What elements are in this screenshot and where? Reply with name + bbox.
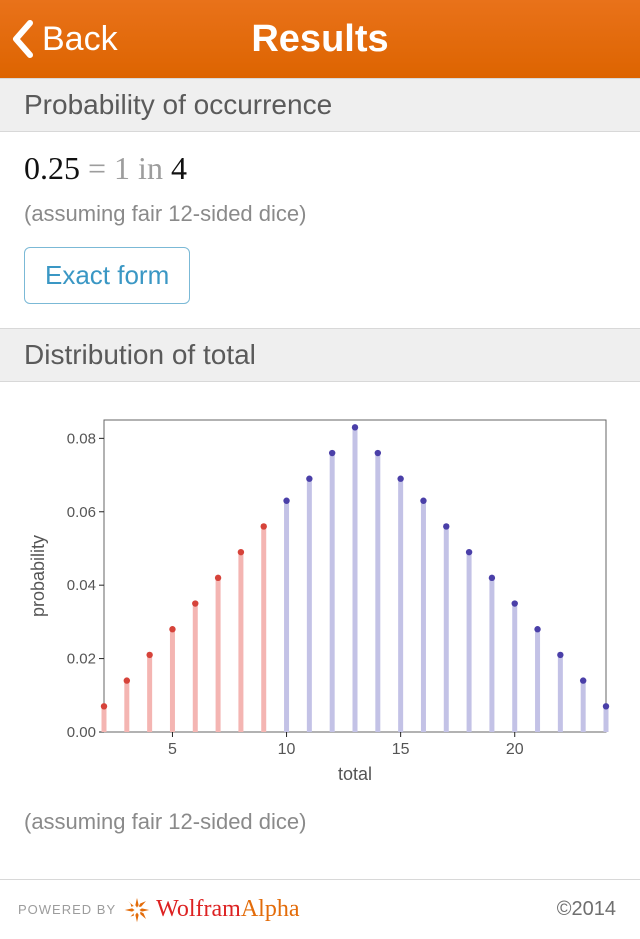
section-header-distribution: Distribution of total	[0, 328, 640, 382]
wolfram-burst-icon	[124, 897, 150, 923]
footer: POWERED BY WolframAlpha ©2014	[0, 880, 640, 939]
powered-by: POWERED BY WolframAlpha	[18, 896, 299, 923]
prob-decimal: 0.25	[24, 150, 80, 186]
back-button[interactable]: Back	[10, 0, 118, 78]
in-literal: in	[130, 150, 171, 186]
one-literal: 1	[114, 150, 130, 186]
back-label: Back	[42, 20, 118, 59]
section-header-probability: Probability of occurrence	[0, 78, 640, 132]
assumption-note-1: (assuming fair 12-sided dice)	[24, 201, 616, 227]
copyright: ©2014	[557, 898, 616, 921]
section-body-probability: 0.25 = 1 in 4 (assuming fair 12-sided di…	[0, 132, 640, 328]
svg-text:0.00: 0.00	[67, 724, 96, 741]
prob-int: 4	[171, 150, 187, 186]
powered-by-label: POWERED BY	[18, 902, 116, 917]
svg-text:0.06: 0.06	[67, 504, 96, 521]
svg-text:20: 20	[506, 741, 524, 758]
app-header: Back Results	[0, 0, 640, 78]
svg-text:total: total	[338, 764, 372, 784]
distribution-chart: 0.00 0.02 0.04 0.06 0.08 5 10 15 20 total probabil…	[24, 400, 616, 795]
section-body-distribution: 0.00 0.02 0.04 0.06 0.08 5 10 15 20 total probabil…	[0, 382, 640, 859]
brand-text: WolframAlpha	[156, 896, 299, 923]
probability-value: 0.25 = 1 in 4	[24, 150, 616, 187]
assumption-note-2: (assuming fair 12-sided dice)	[24, 809, 616, 835]
svg-text:15: 15	[392, 741, 410, 758]
svg-text:0.02: 0.02	[67, 651, 96, 668]
svg-text:0.04: 0.04	[67, 577, 96, 594]
exact-form-button[interactable]: Exact form	[24, 247, 190, 304]
brand-alpha: Alpha	[241, 896, 300, 922]
chevron-left-icon	[10, 19, 34, 59]
wolfram-alpha-logo: WolframAlpha	[124, 896, 299, 923]
svg-text:probability: probability	[28, 535, 48, 617]
chart-svg: 0.00 0.02 0.04 0.06 0.08 5 10 15 20 total probabil…	[24, 410, 616, 790]
svg-text:10: 10	[278, 741, 296, 758]
svg-text:0.08: 0.08	[67, 430, 96, 447]
svg-text:5: 5	[168, 741, 177, 758]
equals-sign: =	[80, 150, 114, 186]
brand-wolfram: Wolfram	[156, 896, 241, 922]
